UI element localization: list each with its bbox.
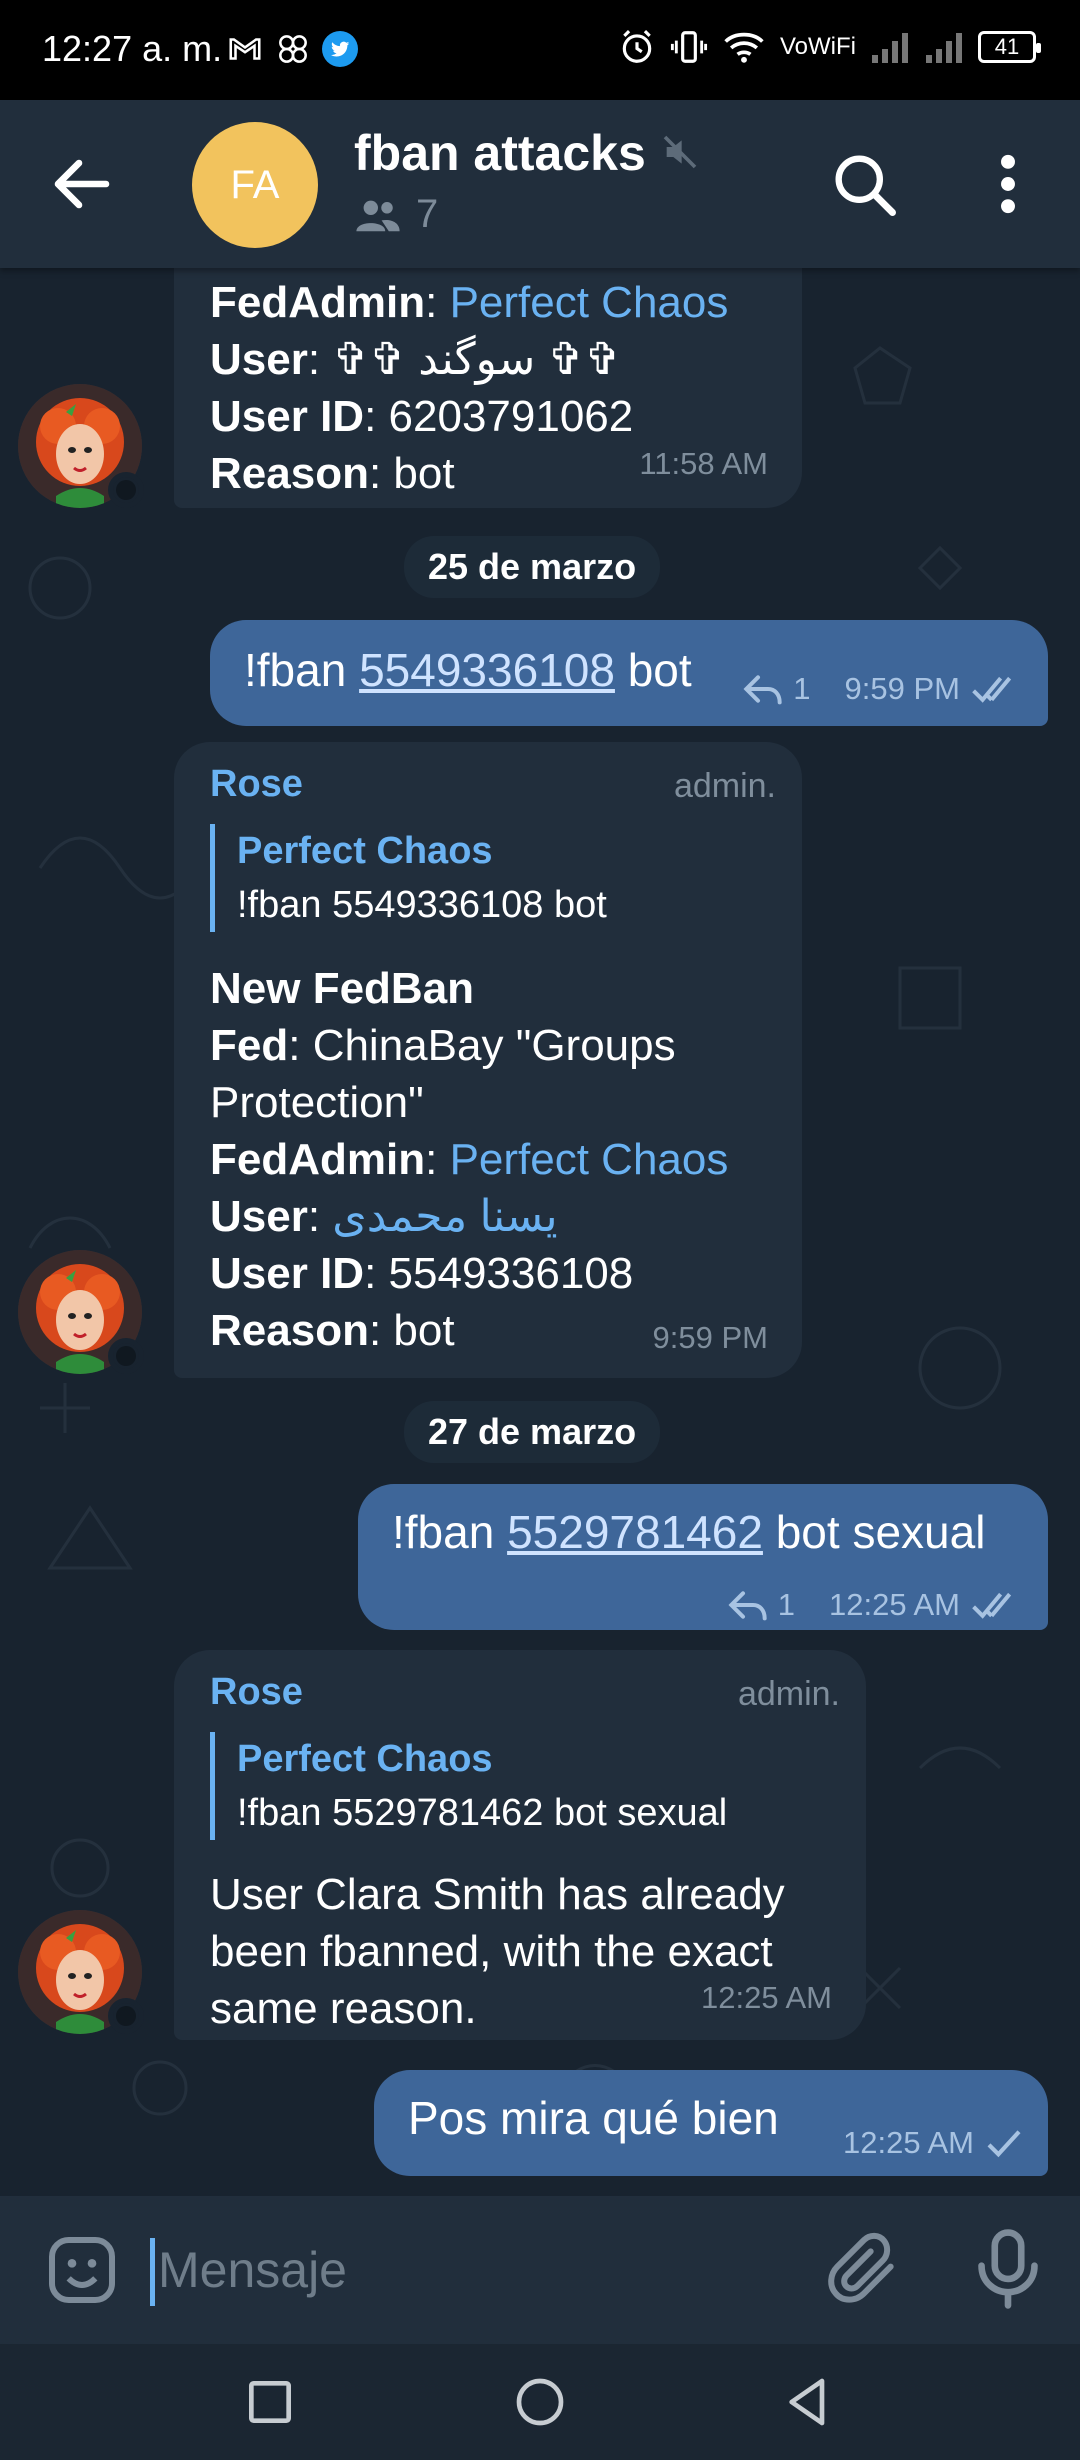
sender-name[interactable]: Rose [210, 756, 303, 813]
more-vert-icon[interactable] [982, 146, 1034, 222]
field-label: Reason [210, 1306, 369, 1355]
text-caret [150, 2238, 155, 2306]
telegram-screen: 12:27 a. m. VoWiFi 41 FA fban attacks 7 [0, 0, 1080, 2460]
network-label: VoWiFi [779, 33, 856, 60]
message-time: 12:25 AM [843, 2125, 974, 2160]
back-arrow-icon[interactable] [46, 148, 118, 220]
message-time: 12:25 AM [701, 1980, 832, 2015]
nav-recents-icon[interactable] [242, 2374, 298, 2430]
field-label: User ID [210, 1249, 365, 1298]
status-time: 12:27 a. m. [42, 28, 223, 69]
message-time: 9:59 PM [652, 1320, 768, 1355]
message-bubble-incoming[interactable]: Rose admin. Perfect Chaos !fban 55297814… [174, 1650, 866, 2040]
sender-name[interactable]: Rose [210, 1664, 303, 1721]
chat-header: FA fban attacks 7 [0, 100, 1080, 268]
attach-icon[interactable] [824, 2230, 904, 2310]
status-bar: 12:27 a. m. VoWiFi 41 [0, 0, 1080, 100]
search-icon[interactable] [826, 146, 902, 222]
message-time: 9:59 PM [844, 671, 960, 706]
member-count-value: 7 [416, 192, 439, 236]
status-dot [108, 1338, 144, 1374]
status-dot [108, 472, 144, 508]
field-label: FedAdmin [210, 1135, 426, 1184]
reply-icon [743, 674, 782, 704]
reply-quote[interactable]: Perfect Chaos !fban 5529781462 bot sexua… [210, 1732, 830, 1840]
mute-icon [663, 135, 697, 169]
command-text: !fban [244, 644, 360, 696]
field-label: User ID [210, 392, 365, 441]
message-time: 11:58 AM [639, 446, 768, 481]
twitter-icon [322, 31, 358, 67]
reply-count: 1 [777, 1587, 796, 1622]
field-label: Reason [210, 449, 369, 498]
admin-badge: admin. [673, 767, 776, 805]
pinwheel-icon [279, 35, 307, 63]
date-separator: 27 de marzo [404, 1401, 661, 1463]
user-id-value: 5549336108 [388, 1249, 634, 1298]
reason-value: bot [393, 1306, 455, 1355]
user-id-link[interactable]: 5549336108 [359, 644, 615, 696]
signal-icon [872, 33, 908, 63]
double-check-icon [972, 1592, 1012, 1619]
nav-home-icon[interactable] [512, 2374, 568, 2430]
field-label: FedAdmin [210, 278, 426, 327]
fedadmin-mention-link[interactable]: Perfect Chaos [450, 278, 729, 327]
reply-icon [728, 1590, 767, 1620]
signal-icon [926, 33, 962, 63]
user-id-link[interactable]: 5529781462 [507, 1506, 763, 1558]
battery-icon: 41 [978, 31, 1041, 63]
quote-text: !fban 5529781462 bot sexual [237, 1792, 728, 1834]
field-label: User [210, 335, 308, 384]
message-bubble-outgoing[interactable]: Pos mira qué bien 12:25 AM [374, 2070, 1048, 2176]
fedban-heading: New FedBan [210, 964, 475, 1013]
field-label: Fed [210, 1021, 289, 1070]
single-check-icon [987, 2129, 1021, 2157]
message-bubble-incoming[interactable]: FedAdmin: Perfect Chaos User: ✞✞ سوگند ✞… [174, 268, 802, 508]
gmail-icon [229, 38, 261, 60]
wifi-icon [724, 32, 764, 63]
reply-count: 1 [793, 671, 811, 706]
group-avatar[interactable]: FA [192, 122, 318, 248]
user-id-value: 6203791062 [388, 392, 634, 441]
reason-value: bot [393, 449, 455, 498]
command-text: !fban [392, 1506, 508, 1558]
message-bubble-incoming[interactable]: Rose admin. Perfect Chaos !fban 55493361… [174, 742, 802, 1378]
user-mention-link[interactable]: یسنا محمدی [332, 1192, 557, 1241]
members-icon [356, 200, 400, 231]
reply-quote[interactable]: Perfect Chaos !fban 5549336108 bot [210, 824, 770, 932]
message-text: Pos mira qué bien [408, 2092, 779, 2144]
quote-sender: Perfect Chaos [237, 1738, 493, 1780]
status-dot [108, 1998, 144, 2034]
quote-sender: Perfect Chaos [237, 830, 493, 872]
message-time: 12:25 AM [829, 1587, 960, 1622]
member-count[interactable]: 7 [354, 192, 438, 237]
battery-level: 41 [994, 34, 1020, 59]
user-name-value: ✞✞ سوگند ✞✞ [332, 335, 622, 384]
command-suffix: bot [614, 644, 692, 696]
vibrate-icon [670, 31, 708, 63]
chat-title[interactable]: fban attacks [354, 124, 646, 182]
quote-text: !fban 5549336108 bot [237, 884, 607, 926]
field-label: User [210, 1192, 308, 1241]
message-bubble-outgoing[interactable]: !fban 5549336108 bot 1 9:59 PM [210, 620, 1048, 726]
fedadmin-mention-link[interactable]: Perfect Chaos [450, 1135, 729, 1184]
composer-bar [0, 2196, 1080, 2344]
message-bubble-outgoing[interactable]: !fban 5529781462 bot sexual 1 12:25 AM [358, 1484, 1048, 1630]
emoji-icon[interactable] [42, 2230, 122, 2310]
message-list[interactable]: FedAdmin: Perfect Chaos User: ✞✞ سوگند ✞… [0, 268, 1080, 2196]
mic-icon[interactable] [968, 2226, 1048, 2312]
alarm-icon [622, 30, 652, 63]
system-nav-bar [0, 2344, 1080, 2460]
admin-badge: admin. [737, 1675, 840, 1713]
date-separator: 25 de marzo [404, 536, 661, 598]
nav-back-icon[interactable] [780, 2374, 836, 2430]
double-check-icon [972, 676, 1012, 703]
command-suffix: bot sexual [762, 1506, 986, 1558]
message-input[interactable] [150, 2226, 800, 2314]
